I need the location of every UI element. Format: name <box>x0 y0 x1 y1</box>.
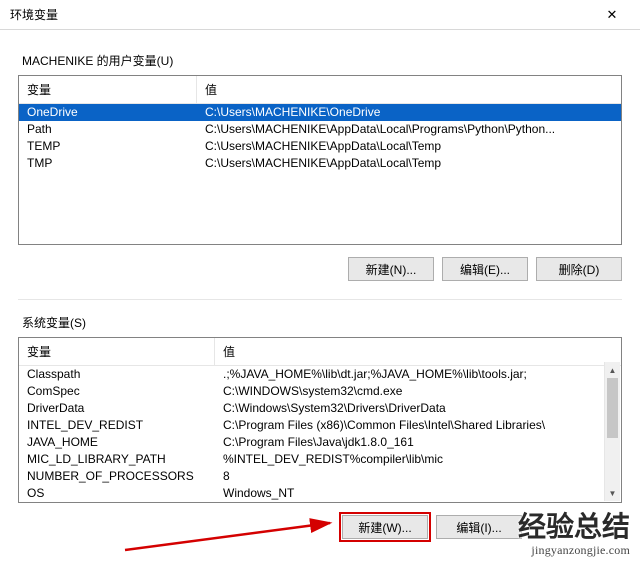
cell-variable: NUMBER_OF_PROCESSORS <box>19 468 215 485</box>
cell-variable: INTEL_DEV_REDIST <box>19 417 215 434</box>
close-icon: ✕ <box>607 7 618 23</box>
table-row[interactable]: NUMBER_OF_PROCESSORS8 <box>19 468 621 485</box>
column-header-variable[interactable]: 变量 <box>19 76 197 103</box>
table-row[interactable]: MIC_LD_LIBRARY_PATH%INTEL_DEV_REDIST%com… <box>19 451 621 468</box>
user-edit-button[interactable]: 编辑(E)... <box>442 257 528 281</box>
column-header-value[interactable]: 值 <box>197 76 621 103</box>
cell-value: C:\Users\MACHENIKE\AppData\Local\Temp <box>197 138 621 155</box>
cell-variable: OS <box>19 485 215 502</box>
table-row[interactable]: OSWindows_NT <box>19 485 621 502</box>
table-row[interactable]: JAVA_HOMEC:\Program Files\Java\jdk1.8.0_… <box>19 434 621 451</box>
close-button[interactable]: ✕ <box>590 1 634 29</box>
user-vars-header: 变量 值 <box>19 76 621 104</box>
table-row[interactable]: INTEL_DEV_REDISTC:\Program Files (x86)\C… <box>19 417 621 434</box>
cell-value: C:\Windows\System32\Drivers\DriverData <box>215 400 621 417</box>
system-vars-buttons: 新建(W)... 编辑(I)... <box>18 515 522 539</box>
cell-value: C:\Users\MACHENIKE\OneDrive <box>197 104 621 121</box>
cell-variable: MIC_LD_LIBRARY_PATH <box>19 451 215 468</box>
cell-value: C:\Users\MACHENIKE\AppData\Local\Program… <box>197 121 621 138</box>
scroll-down-icon[interactable]: ▼ <box>605 485 620 501</box>
cell-variable: Path <box>19 121 197 138</box>
cell-variable: DriverData <box>19 400 215 417</box>
user-new-button[interactable]: 新建(N)... <box>348 257 434 281</box>
system-edit-button[interactable]: 编辑(I)... <box>436 515 522 539</box>
user-vars-body: OneDriveC:\Users\MACHENIKE\OneDrivePathC… <box>19 104 621 244</box>
scroll-thumb[interactable] <box>607 378 618 438</box>
system-vars-label: 系统变量(S) <box>22 314 622 331</box>
table-row[interactable]: Classpath.;%JAVA_HOME%\lib\dt.jar;%JAVA_… <box>19 366 621 383</box>
divider <box>18 299 622 300</box>
user-vars-buttons: 新建(N)... 编辑(E)... 删除(D) <box>18 257 622 281</box>
cell-variable: Classpath <box>19 366 215 383</box>
system-vars-body: Classpath.;%JAVA_HOME%\lib\dt.jar;%JAVA_… <box>19 366 621 502</box>
table-row[interactable]: TMPC:\Users\MACHENIKE\AppData\Local\Temp <box>19 155 621 172</box>
cell-value: C:\Program Files\Java\jdk1.8.0_161 <box>215 434 621 451</box>
user-vars-table: 变量 值 OneDriveC:\Users\MACHENIKE\OneDrive… <box>18 75 622 245</box>
column-header-variable[interactable]: 变量 <box>19 338 215 365</box>
table-row[interactable]: ComSpecC:\WINDOWS\system32\cmd.exe <box>19 383 621 400</box>
cell-value: C:\WINDOWS\system32\cmd.exe <box>215 383 621 400</box>
cell-value: C:\Users\MACHENIKE\AppData\Local\Temp <box>197 155 621 172</box>
dialog-content: MACHENIKE 的用户变量(U) 变量 值 OneDriveC:\Users… <box>0 30 640 551</box>
cell-variable: TEMP <box>19 138 197 155</box>
user-vars-label: MACHENIKE 的用户变量(U) <box>22 52 622 69</box>
scroll-up-icon[interactable]: ▲ <box>605 362 620 378</box>
user-delete-button[interactable]: 删除(D) <box>536 257 622 281</box>
column-header-value[interactable]: 值 <box>215 338 621 365</box>
scrollbar[interactable]: ▲ ▼ <box>604 362 620 501</box>
cell-value: %INTEL_DEV_REDIST%compiler\lib\mic <box>215 451 621 468</box>
system-vars-header: 变量 值 <box>19 338 621 366</box>
window-title: 环境变量 <box>10 6 58 23</box>
cell-variable: OneDrive <box>19 104 197 121</box>
cell-variable: ComSpec <box>19 383 215 400</box>
cell-variable: TMP <box>19 155 197 172</box>
table-row[interactable]: DriverDataC:\Windows\System32\Drivers\Dr… <box>19 400 621 417</box>
system-new-button[interactable]: 新建(W)... <box>342 515 428 539</box>
titlebar: 环境变量 ✕ <box>0 0 640 30</box>
table-row[interactable]: TEMPC:\Users\MACHENIKE\AppData\Local\Tem… <box>19 138 621 155</box>
cell-value: C:\Program Files (x86)\Common Files\Inte… <box>215 417 621 434</box>
table-row[interactable]: OneDriveC:\Users\MACHENIKE\OneDrive <box>19 104 621 121</box>
table-row[interactable]: PathC:\Users\MACHENIKE\AppData\Local\Pro… <box>19 121 621 138</box>
scroll-track[interactable] <box>605 378 620 485</box>
cell-value: Windows_NT <box>215 485 621 502</box>
cell-value: .;%JAVA_HOME%\lib\dt.jar;%JAVA_HOME%\lib… <box>215 366 621 383</box>
cell-value: 8 <box>215 468 621 485</box>
cell-variable: JAVA_HOME <box>19 434 215 451</box>
system-vars-table: 变量 值 Classpath.;%JAVA_HOME%\lib\dt.jar;%… <box>18 337 622 503</box>
